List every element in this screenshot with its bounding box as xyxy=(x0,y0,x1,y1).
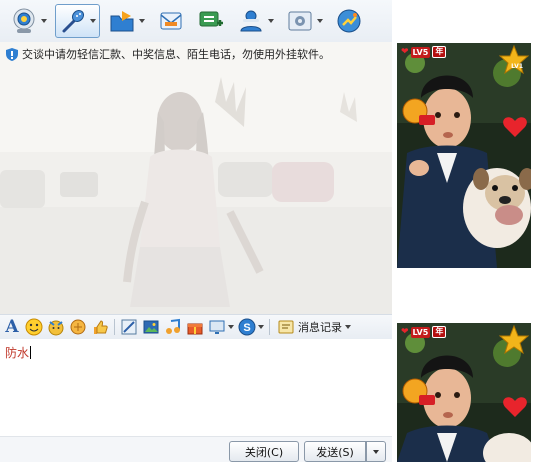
app-center-icon xyxy=(337,9,361,33)
webcam-icon xyxy=(13,8,35,33)
shake-window-icon[interactable] xyxy=(69,318,87,336)
chat-history[interactable]: 交谈中请勿轻信汇款、中奖信息、陌生电话，勿使用外挂软件。 xyxy=(0,42,392,314)
group-chat-icon xyxy=(199,11,223,27)
shield-icon xyxy=(6,47,18,61)
emoji-icon[interactable] xyxy=(25,318,43,336)
remote-assist-button[interactable] xyxy=(233,4,278,38)
vip-badge: ❤ LV5 年 xyxy=(401,46,447,58)
send-email-button[interactable] xyxy=(153,4,189,38)
self-avatar-show[interactable]: ❤ LV5 年 xyxy=(397,323,531,462)
video-call-button[interactable] xyxy=(6,4,51,38)
message-record-button[interactable]: 消息记录 xyxy=(277,318,351,336)
app-settings-button[interactable] xyxy=(282,4,327,38)
vip-year-label: 年 xyxy=(432,326,447,338)
create-discussion-button[interactable] xyxy=(193,4,229,38)
vip-year-label: 年 xyxy=(432,46,447,58)
app-launch-button[interactable] xyxy=(331,4,367,38)
folder-send-icon xyxy=(110,11,134,32)
close-button[interactable]: 关闭(C) xyxy=(229,441,299,462)
heart-icon: ❤ xyxy=(401,47,409,57)
heart-icon: ❤ xyxy=(401,327,409,337)
send-button[interactable]: 发送(S) xyxy=(304,441,366,462)
text-caret xyxy=(30,346,32,359)
chevron-down-icon xyxy=(373,449,379,454)
transfer-file-button[interactable] xyxy=(104,4,149,38)
voice-call-button[interactable] xyxy=(55,4,100,38)
chat-background-image xyxy=(0,42,392,314)
message-record-label: 消息记录 xyxy=(298,321,342,334)
toolbar-separator xyxy=(269,319,270,335)
message-input-text-wrap: 防水 xyxy=(5,344,32,361)
vip-badge: ❤ LV5 年 xyxy=(401,326,447,338)
vip-level-label: LV5 xyxy=(410,46,431,58)
gift-icon[interactable] xyxy=(186,318,204,336)
svg-text:S: S xyxy=(243,322,250,334)
format-toolbar: A S 消息记录 xyxy=(0,314,392,339)
chevron-down-icon xyxy=(345,325,351,329)
star-level-label: LV1 xyxy=(511,63,523,70)
magic-emoji-icon[interactable] xyxy=(47,318,65,336)
chevron-down-icon[interactable] xyxy=(41,19,47,23)
send-options-button[interactable] xyxy=(366,441,386,462)
chevron-down-icon[interactable] xyxy=(90,19,96,23)
contact-sidebar: ❤ LV5 年 LV1 ❤ LV5 年 xyxy=(392,0,539,462)
mail-icon xyxy=(160,12,182,30)
scissors-screenshot-icon[interactable] xyxy=(120,318,138,336)
star-level-icon xyxy=(499,45,529,75)
thumbs-up-icon[interactable] xyxy=(91,318,109,336)
message-input-text: 防水 xyxy=(5,346,30,360)
chevron-down-icon[interactable] xyxy=(228,325,234,329)
app-gear-icon xyxy=(288,11,312,31)
payment-icon[interactable]: S xyxy=(238,318,256,336)
microphone-icon xyxy=(62,9,85,33)
contact-avatar-show[interactable]: ❤ LV5 年 LV1 xyxy=(397,43,531,268)
chat-log-icon xyxy=(278,320,294,334)
chevron-down-icon[interactable] xyxy=(139,19,145,23)
security-notice-text: 交谈中请勿轻信汇款、中奖信息、陌生电话，勿使用外挂软件。 xyxy=(22,48,330,61)
chevron-down-icon[interactable] xyxy=(317,19,323,23)
bottom-action-bar: 关闭(C) 发送(S) xyxy=(0,436,392,462)
star-level-icon xyxy=(499,325,529,355)
font-button[interactable]: A xyxy=(3,317,21,337)
vip-level-label: LV5 xyxy=(410,326,431,338)
security-notice: 交谈中请勿轻信汇款、中奖信息、陌生电话，勿使用外挂软件。 xyxy=(6,46,388,62)
image-icon[interactable] xyxy=(142,318,160,336)
chevron-down-icon[interactable] xyxy=(258,325,264,329)
avatar-photo xyxy=(397,43,531,268)
screen-share-icon[interactable] xyxy=(208,318,226,336)
chevron-down-icon[interactable] xyxy=(268,19,274,23)
chat-toolbar xyxy=(0,0,392,42)
message-input[interactable]: 防水 xyxy=(0,339,392,436)
user-assist-icon xyxy=(240,10,262,32)
toolbar-separator xyxy=(114,319,115,335)
music-icon[interactable] xyxy=(164,318,182,336)
